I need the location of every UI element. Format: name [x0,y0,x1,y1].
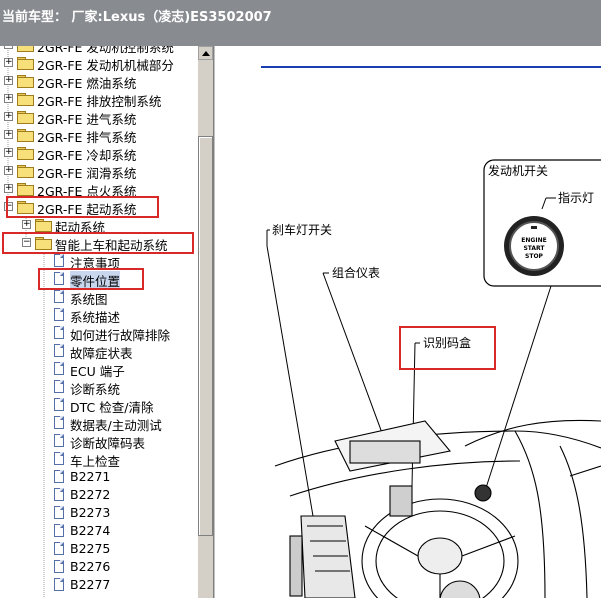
tree-item[interactable]: 车上检查 [0,450,197,469]
dashboard-drawing [274,419,601,598]
title-bar: 当前车型： 厂家:Lexus（凌志)ES3502007 [0,0,601,46]
document-icon [54,488,64,501]
document-icon [54,398,64,411]
folder-icon [17,46,34,52]
tree-item[interactable]: 故障症状表 [0,342,197,361]
folder-icon [17,147,34,160]
expand-icon[interactable]: + [22,220,31,229]
tree-item[interactable]: 系统图 [0,288,197,307]
parts-location-diagram: 发动机开关 指示灯 ENGINE START STOP 刹车灯开关 组合仪表 识… [261,66,601,598]
expand-icon[interactable]: + [4,94,13,103]
document-icon [54,326,64,339]
tree-item[interactable]: DTC 检查/清除 [0,396,197,415]
tree-item[interactable]: +2GR-FE 排放控制系统 [0,90,197,109]
tree-item[interactable]: +2GR-FE 润滑系统 [0,162,197,181]
engine-switch-inset: 发动机开关 指示灯 ENGINE START STOP [483,159,601,287]
tree-item[interactable]: +2GR-FE 发动机机械部分 [0,54,197,73]
document-icon [54,578,64,591]
tree-item[interactable]: +2GR-FE 冷却系统 [0,144,197,163]
tree-item[interactable]: 系统描述 [0,306,197,325]
expand-icon[interactable]: + [4,112,13,121]
tree-item-label: B2272 [70,487,111,502]
document-icon [54,470,64,483]
tree-item[interactable]: 如何进行故障排除 [0,324,197,343]
indicator-light-icon [531,226,537,229]
brake-switch-label: 刹车灯开关 [272,222,332,237]
tree-item-label: B2275 [70,541,111,556]
document-icon [54,542,64,555]
scroll-thumb[interactable] [198,136,213,536]
document-icon [54,452,64,465]
document-icon [54,254,64,267]
document-icon [54,290,64,303]
tree-scrollbar[interactable] [197,46,213,598]
tree-item[interactable]: B2276 [0,558,197,576]
document-icon [54,344,64,357]
tree-item-label: B2277 [70,577,111,592]
engine-button-text-2: START [523,245,545,252]
tree-item-label: B2274 [70,523,111,538]
document-icon [54,362,64,375]
tree-item[interactable]: B2275 [0,540,197,558]
tree-item[interactable]: B2273 [0,504,197,522]
expand-icon[interactable]: + [4,148,13,157]
tree-item[interactable]: ECU 端子 [0,360,197,379]
expand-icon[interactable]: + [4,130,13,139]
navigation-tree[interactable]: +2GR-FE 发动机控制系统+2GR-FE 发动机机械部分+2GR-FE 燃油… [0,46,197,598]
annotation-highlight-box [38,268,144,290]
tree-item[interactable]: B2271 [0,468,197,486]
tree-item[interactable]: +2GR-FE 发动机控制系统 [0,46,197,55]
document-icon [54,434,64,447]
tree-item[interactable]: +2GR-FE 排气系统 [0,126,197,145]
id-box-label: 识别码盒 [423,335,471,350]
combo-meter-label: 组合仪表 [332,265,380,280]
document-icon [54,524,64,537]
expand-icon[interactable]: + [4,58,13,67]
tree-item-label: B2273 [70,505,111,520]
scroll-up-arrow-icon[interactable] [198,46,213,60]
engine-button-text-1: ENGINE [521,237,546,244]
tree-item[interactable]: B2272 [0,486,197,504]
engine-button-text-3: STOP [525,253,544,260]
document-view: 发动机开关 指示灯 ENGINE START STOP 刹车灯开关 组合仪表 识… [215,46,601,598]
folder-icon [17,111,34,124]
tree-item[interactable]: B2274 [0,522,197,540]
expand-icon[interactable]: + [4,76,13,85]
indicator-label: 指示灯 [558,190,594,205]
document-icon [54,380,64,393]
tree-item[interactable]: 诊断系统 [0,378,197,397]
folder-icon [17,165,34,178]
document-icon [54,560,64,573]
folder-icon [17,183,34,196]
folder-icon [35,219,52,232]
tree-item[interactable]: B2277 [0,576,197,594]
annotation-highlight-box [6,196,159,218]
vehicle-model-label: 当前车型： 厂家:Lexus（凌志)ES3502007 [2,10,272,25]
tree-item[interactable]: 诊断故障码表 [0,432,197,451]
annotation-highlight-box [2,232,194,254]
tree-item[interactable]: +2GR-FE 进气系统 [0,108,197,127]
expand-icon[interactable]: + [4,166,13,175]
folder-icon [17,75,34,88]
document-icon [54,506,64,519]
folder-icon [17,57,34,70]
tree-item[interactable]: 数据表/主动测试 [0,414,197,433]
expand-icon[interactable]: + [4,46,13,49]
expand-icon[interactable]: + [4,184,13,193]
engine-switch-label: 发动机开关 [488,163,548,178]
tree-item-label: B2271 [70,469,111,484]
folder-icon [17,129,34,142]
folder-icon [17,93,34,106]
document-icon [54,308,64,321]
tree-item[interactable]: +2GR-FE 燃油系统 [0,72,197,91]
tree-item-label: B2276 [70,559,111,574]
document-icon [54,416,64,429]
